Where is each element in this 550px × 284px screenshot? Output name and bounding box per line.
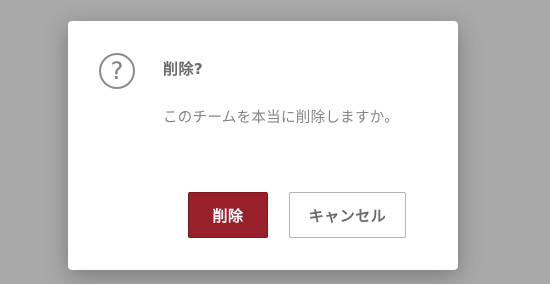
question-mark-glyph: ? <box>110 57 124 85</box>
dialog-message: このチームを本当に削除しますか。 <box>163 110 400 126</box>
cancel-button-label: キャンセル <box>308 206 387 225</box>
confirm-delete-dialog: ? 削除? このチームを本当に削除しますか。 削除 キャンセル <box>68 21 458 270</box>
delete-button-label: 削除 <box>212 206 244 225</box>
cancel-button[interactable]: キャンセル <box>289 192 406 238</box>
dialog-title: 削除? <box>163 60 204 78</box>
question-circle-icon: ? <box>99 53 135 89</box>
delete-button[interactable]: 削除 <box>188 192 268 238</box>
